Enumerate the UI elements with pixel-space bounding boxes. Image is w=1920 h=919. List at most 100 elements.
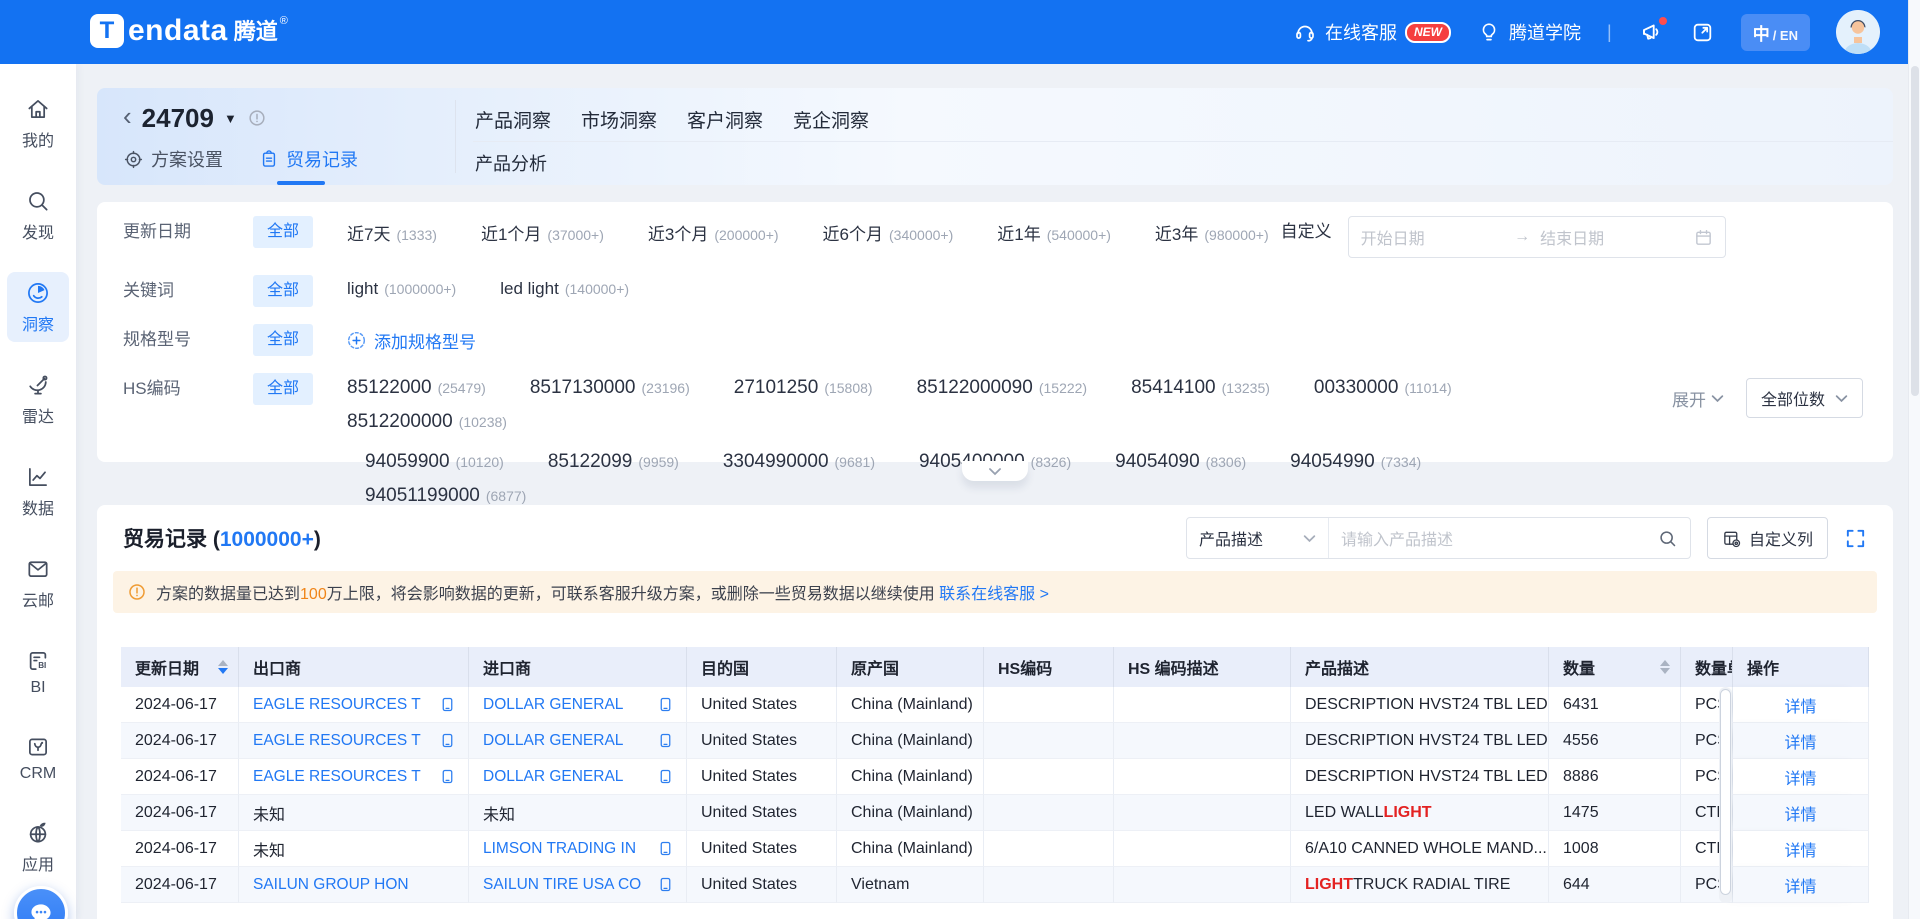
scheme-id[interactable]: 24709 [142, 103, 214, 134]
desc-text: LED WALL [1305, 804, 1384, 822]
sidebar-item-我的[interactable]: 我的 [7, 88, 69, 158]
date-option[interactable]: 近1年(540000+) [997, 220, 1111, 245]
hs-code-option[interactable]: 85122000(25479) [347, 377, 486, 399]
hs-code-option[interactable]: 85414100(13235) [1131, 377, 1270, 399]
column-header-9[interactable]: 数量 [1549, 647, 1681, 687]
insight-tab[interactable]: 竞企洞察 [791, 102, 871, 137]
online-service-link[interactable]: 在线客服 NEW [1293, 19, 1451, 45]
search-icon[interactable] [1657, 528, 1678, 549]
scheme-dropdown-caret[interactable]: ▼ [224, 111, 237, 126]
detail-link[interactable]: 详情 [1784, 765, 1816, 789]
date-option[interactable]: 近3个月(200000+) [648, 220, 779, 245]
contact-service-link[interactable]: 联系在线客服 > [939, 586, 1049, 603]
hs-all-chip[interactable]: 全部 [253, 373, 313, 405]
importer-name[interactable]: LIMSON TRADING IN [483, 840, 636, 858]
back-arrow-icon[interactable]: ‹ [123, 103, 132, 129]
custom-columns-button[interactable]: 自定义列 [1707, 517, 1828, 559]
chat-support-button[interactable] [14, 886, 68, 919]
table-fullscreen-icon[interactable] [1844, 527, 1867, 550]
sidebar-item-发现[interactable]: 发现 [7, 180, 69, 250]
date-option[interactable]: 近1个月(37000+) [481, 220, 604, 245]
contact-phone-icon[interactable] [439, 696, 468, 713]
contact-phone-icon[interactable] [657, 768, 686, 785]
detail-link[interactable]: 详情 [1784, 873, 1816, 897]
keyword-option[interactable]: led light(140000+) [500, 279, 629, 299]
sidebar-item-雷达[interactable]: 雷达 [7, 364, 69, 434]
date-option[interactable]: 近3年(980000+) [1155, 220, 1269, 245]
page-scrollbar[interactable] [1908, 0, 1920, 919]
sidebar-item-云邮[interactable]: 云邮 [7, 548, 69, 618]
table-scrollbar-thumb[interactable] [1720, 689, 1731, 895]
detail-link[interactable]: 详情 [1784, 729, 1816, 753]
spec-all-chip[interactable]: 全部 [253, 324, 313, 356]
academy-link[interactable]: 腾道学院 [1477, 19, 1581, 45]
table-row: 2024-06-17EAGLE RESOURCES TDOLLAR GENERA… [121, 759, 1869, 795]
contact-phone-icon[interactable] [657, 732, 686, 749]
date-all-chip[interactable]: 全部 [253, 216, 313, 248]
hs-code-option[interactable]: 8517130000(23196) [530, 377, 690, 399]
contact-phone-icon[interactable] [657, 876, 686, 893]
sidebar-item-洞察[interactable]: 洞察 [7, 272, 69, 342]
keyword-all-chip[interactable]: 全部 [253, 275, 313, 307]
tab-product-analysis[interactable]: 产品分析 [475, 150, 547, 176]
insight-tab[interactable]: 客户洞察 [685, 102, 765, 137]
hs-code-option[interactable]: 94051199000(6877) [365, 485, 526, 507]
tab-scheme-settings[interactable]: 方案设置 [123, 146, 223, 172]
hs-code-option[interactable]: 85122099(9959) [548, 451, 679, 473]
sidebar-item-CRM[interactable]: CRM [7, 726, 69, 790]
search-type-select[interactable]: 产品描述 [1187, 518, 1329, 558]
table-scrollbar[interactable] [1719, 687, 1732, 903]
date-option[interactable]: 近6个月(340000+) [823, 220, 954, 245]
hs-code-option[interactable]: 3304990000(9681) [723, 451, 875, 473]
exporter-name[interactable]: EAGLE RESOURCES T [253, 768, 421, 786]
hs-expand-toggle[interactable]: 展开 [1672, 386, 1724, 411]
hs-digits-select[interactable]: 全部位数 [1746, 378, 1863, 418]
detail-link[interactable]: 详情 [1784, 693, 1816, 717]
exporter-name[interactable]: SAILUN GROUP HON [253, 876, 409, 894]
insight-tab[interactable]: 产品洞察 [473, 102, 553, 137]
user-avatar[interactable] [1836, 10, 1880, 54]
hs-code-option[interactable]: 27101250(15808) [734, 377, 873, 399]
contact-phone-icon[interactable] [439, 768, 468, 785]
page-scrollbar-thumb[interactable] [1911, 66, 1919, 396]
hs-code-option[interactable]: 94054990(7334) [1290, 451, 1421, 473]
quantity-cell: 1008 [1549, 831, 1681, 867]
add-spec-button[interactable]: 添加规格型号 [347, 324, 476, 353]
sidebar-item-应用[interactable]: 应用 [7, 812, 69, 882]
exporter-name[interactable]: EAGLE RESOURCES T [253, 696, 421, 714]
hs-code-option[interactable]: 94059900(10120) [365, 451, 504, 473]
exporter-name[interactable]: EAGLE RESOURCES T [253, 732, 421, 750]
search-input[interactable]: 请输入产品描述 [1329, 526, 1690, 550]
sidebar-item-BI[interactable]: BIBI [7, 640, 69, 704]
language-switch[interactable]: 中 / EN [1741, 14, 1810, 51]
date-range-input[interactable]: 开始日期 → 结束日期 [1348, 216, 1726, 258]
sort-caret-icon[interactable] [1660, 660, 1680, 674]
tendata-logo[interactable]: T endata 腾道 ® [90, 14, 288, 50]
date-custom-option[interactable]: 自定义 [1281, 216, 1332, 248]
date-option[interactable]: 近7天(1333) [347, 220, 437, 245]
importer-name[interactable]: DOLLAR GENERAL [483, 768, 623, 786]
hs-code-option[interactable]: 85122000090(15222) [917, 377, 1088, 399]
scheme-info-icon[interactable] [247, 108, 267, 128]
sidebar-item-数据[interactable]: 数据 [7, 456, 69, 526]
detail-link[interactable]: 详情 [1784, 837, 1816, 861]
contact-phone-icon[interactable] [657, 696, 686, 713]
hs-code-option[interactable]: 00330000(11014) [1314, 377, 1452, 399]
keyword-option[interactable]: light(1000000+) [347, 279, 456, 299]
hs-code-option[interactable]: 8512200000(10238) [347, 411, 507, 433]
detail-link[interactable]: 详情 [1784, 801, 1816, 825]
importer-name[interactable]: DOLLAR GENERAL [483, 732, 623, 750]
fullscreen-button[interactable] [1690, 20, 1715, 45]
filter-collapse-tab[interactable] [962, 461, 1028, 481]
announcements-button[interactable] [1638, 19, 1664, 45]
contact-phone-icon[interactable] [657, 840, 686, 857]
column-header-4: 目的国 [687, 647, 837, 687]
insight-tab[interactable]: 市场洞察 [579, 102, 659, 137]
contact-phone-icon[interactable] [439, 732, 468, 749]
importer-name[interactable]: DOLLAR GENERAL [483, 696, 623, 714]
importer-name[interactable]: SAILUN TIRE USA CO [483, 876, 641, 894]
column-header-1[interactable]: 更新日期 [121, 647, 239, 687]
sort-caret-icon[interactable] [218, 660, 238, 674]
hs-code-option[interactable]: 94054090(8306) [1115, 451, 1246, 473]
tab-trade-records[interactable]: 贸易记录 [259, 146, 358, 172]
